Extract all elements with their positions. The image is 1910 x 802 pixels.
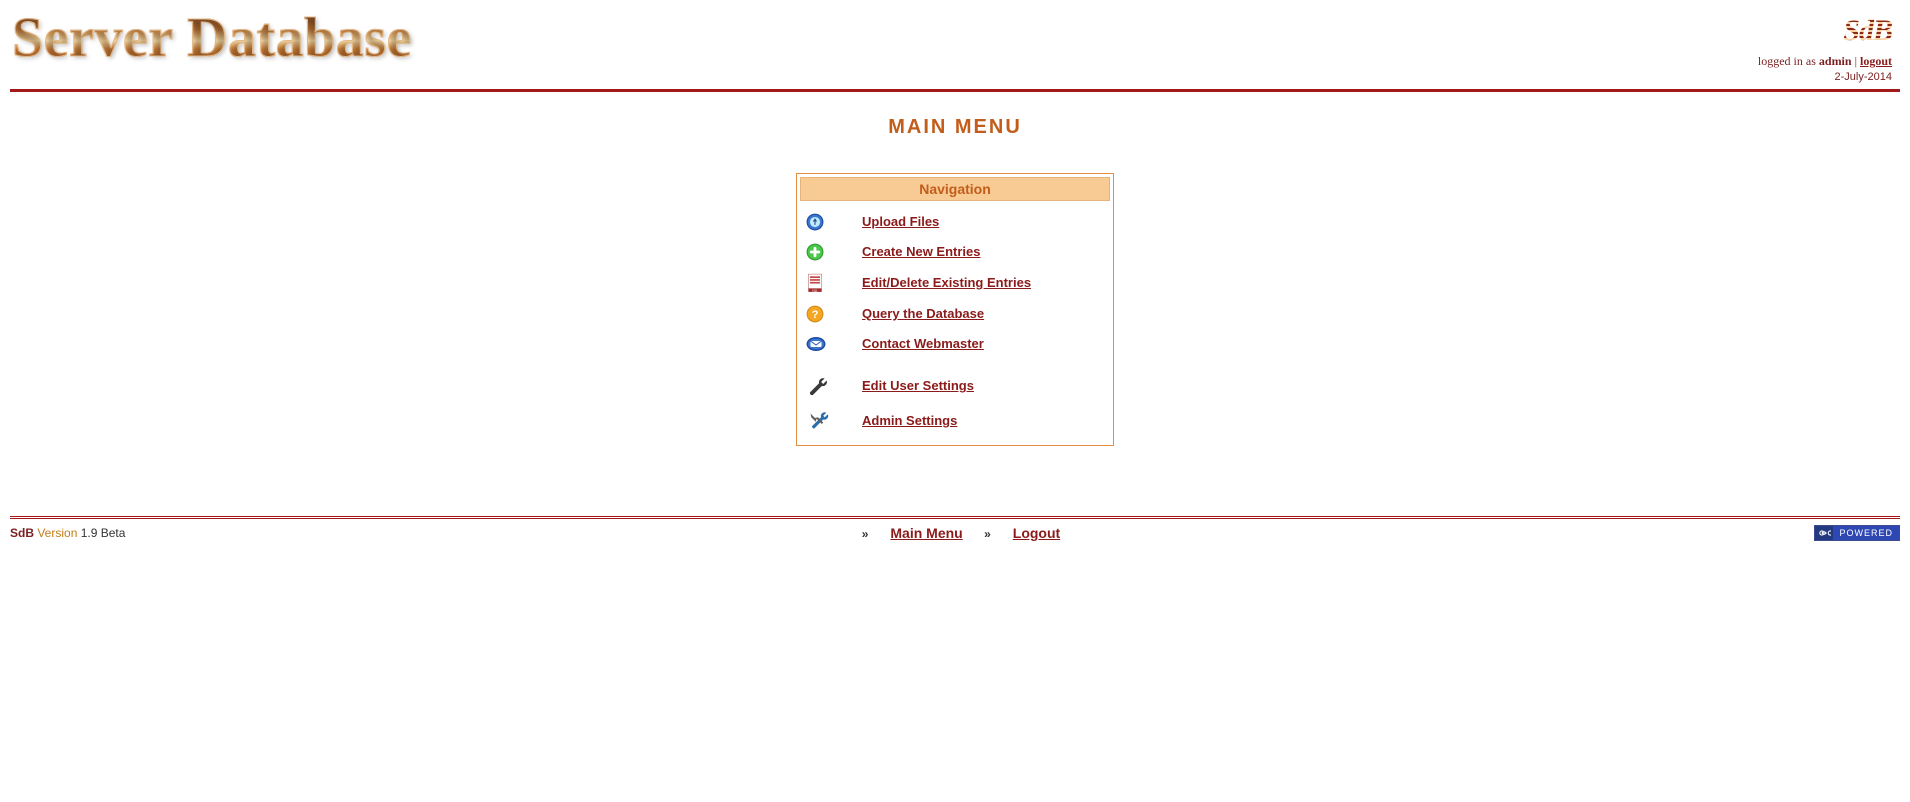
date-text: 2-July-2014: [1835, 71, 1892, 83]
footer-links: » Main Menu » Logout: [125, 525, 1814, 541]
logout-link-header[interactable]: logout: [1860, 54, 1892, 68]
bullet-icon: »: [984, 527, 991, 541]
nav-link-create[interactable]: Create New Entries: [862, 244, 981, 259]
navigation-header: Navigation: [800, 177, 1110, 201]
app-title-logo: Server Database: [8, 10, 412, 66]
footer: SdB Version 1.9 Beta »Main Menu »Logout …: [0, 516, 1910, 541]
nav-link-usersettings[interactable]: Edit User Settings: [862, 378, 974, 393]
header-bar: Server Database SdB logged in as admin |…: [0, 0, 1910, 87]
footer-right: POWERED: [1814, 525, 1900, 541]
database-file-icon: SQL: [806, 273, 862, 293]
nav-item-contact: Contact Webmaster: [800, 329, 1110, 359]
mini-logo: SdB: [1843, 16, 1892, 46]
nav-item-query: ? Query the Database: [800, 299, 1110, 329]
nav-item-adminsettings: Admin Settings: [800, 403, 1110, 439]
nav-item-editdelete: SQL Edit/Delete Existing Entries: [800, 267, 1110, 299]
logged-in-line: logged in as admin | logout: [1758, 54, 1892, 69]
footer-sdb-label: SdB: [10, 526, 34, 540]
nav-link-adminsettings[interactable]: Admin Settings: [862, 413, 957, 428]
tools-icon: [806, 409, 862, 433]
bullet-icon: »: [862, 527, 869, 541]
logged-in-prefix: logged in as: [1758, 54, 1819, 68]
powered-badge[interactable]: POWERED: [1814, 525, 1900, 541]
footer-logout-link[interactable]: Logout: [1013, 525, 1060, 541]
nav-link-editdelete[interactable]: Edit/Delete Existing Entries: [862, 275, 1031, 290]
logged-in-user: admin: [1819, 54, 1852, 68]
nav-link-contact[interactable]: Contact Webmaster: [862, 336, 984, 351]
svg-text:?: ?: [812, 309, 819, 321]
upload-icon: [806, 213, 862, 231]
page-title: MAIN MENU: [0, 116, 1910, 139]
mail-icon: [806, 336, 862, 352]
navigation-list: Upload Files Create New Entries SQL Edit…: [800, 207, 1110, 439]
nav-link-upload[interactable]: Upload Files: [862, 214, 939, 229]
footer-version-number: 1.9 Beta: [81, 526, 126, 540]
wrench-icon: [806, 375, 862, 397]
header-divider: [10, 89, 1900, 92]
question-icon: ?: [806, 305, 862, 323]
navigation-panel: Navigation Upload Files Create New Entri…: [796, 173, 1114, 446]
add-icon: [806, 243, 862, 261]
nav-item-upload: Upload Files: [800, 207, 1110, 237]
powered-label: POWERED: [1833, 526, 1899, 540]
nav-item-create: Create New Entries: [800, 237, 1110, 267]
svg-text:SQL: SQL: [812, 288, 818, 292]
nav-link-query[interactable]: Query the Database: [862, 306, 984, 321]
php-infinity-icon: [1815, 526, 1833, 540]
footer-divider: [10, 516, 1900, 519]
header-right: SdB logged in as admin | logout 2-July-2…: [1758, 10, 1902, 83]
nav-item-usersettings: Edit User Settings: [800, 369, 1110, 403]
separator: |: [1852, 54, 1860, 68]
footer-main-menu-link[interactable]: Main Menu: [890, 525, 962, 541]
footer-version: SdB Version 1.9 Beta: [10, 526, 125, 540]
footer-version-word: Version: [37, 526, 77, 540]
